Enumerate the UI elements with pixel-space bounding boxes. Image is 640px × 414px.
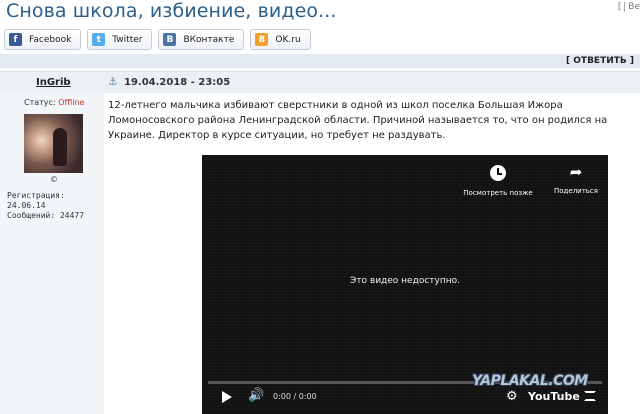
avatar[interactable]: [24, 114, 83, 173]
share-facebook-button[interactable]: f Facebook: [4, 29, 82, 50]
facebook-icon: f: [9, 33, 22, 46]
author-meta: Регистрация: 24.06.14 Сообщений: 24477: [7, 191, 104, 221]
share-vk-label: ВКонтакте: [183, 34, 235, 45]
play-icon[interactable]: [222, 391, 232, 403]
clock-icon: [490, 165, 506, 181]
post-link-icon[interactable]: ⚓: [108, 75, 118, 88]
volume-icon[interactable]: 🔊: [248, 388, 264, 403]
watch-later-label: Посмотреть позже: [463, 189, 533, 197]
top-right-link[interactable]: Ве: [624, 2, 640, 12]
video-share-label: Поделиться: [554, 187, 598, 195]
video-controls: 🔊 0:00 / 0:00 ⚙ YouTube: [202, 387, 608, 409]
share-ok-button[interactable]: 8 OK.ru: [250, 29, 311, 50]
video-time: 0:00 / 0:00: [273, 392, 317, 401]
share-ok-label: OK.ru: [275, 34, 301, 45]
author-name[interactable]: InGrib: [36, 77, 71, 88]
top-right-bracket: [: [617, 2, 622, 12]
status-label: Статус:: [24, 98, 56, 107]
reply-bar: [ ОТВЕТИТЬ ]: [0, 54, 640, 68]
fullscreen-icon[interactable]: [584, 391, 596, 401]
video-unavailable-message: Это видео недоступно.: [350, 276, 460, 286]
vk-icon: B: [163, 33, 177, 46]
status-value: Offline: [58, 98, 85, 107]
author-panel: Статус: Offline © Регистрация: 24.06.14 …: [0, 93, 104, 414]
share-bar: f Facebook t Twitter B ВКонтакте 8 OK.ru: [4, 29, 311, 50]
share-arrow-icon: ➦: [569, 163, 583, 181]
site-watermark: YAPLAKAL.COM: [472, 373, 588, 389]
message-count: Сообщений: 24477: [7, 211, 85, 220]
share-facebook-label: Facebook: [29, 34, 72, 45]
reply-button[interactable]: [ ОТВЕТИТЬ ]: [566, 56, 634, 66]
top-right-links[interactable]: [ Ве: [618, 2, 640, 12]
topic-title: Снова школа, избиение, видео...: [6, 0, 337, 22]
video-share-button[interactable]: ➦ Поделиться: [536, 163, 608, 195]
avatar-copyright: ©: [50, 175, 58, 184]
post-body: 12-летнего мальчика избивают сверстники …: [108, 100, 608, 141]
ok-icon: 8: [255, 33, 269, 46]
post-date: 19.04.2018 - 23:05: [124, 77, 231, 88]
youtube-logo[interactable]: YouTube: [528, 390, 580, 403]
share-twitter-button[interactable]: t Twitter: [87, 29, 153, 50]
share-vk-button[interactable]: B ВКонтакте: [158, 29, 245, 50]
gear-icon[interactable]: ⚙: [506, 389, 518, 404]
twitter-icon: t: [92, 33, 106, 46]
watch-later-button[interactable]: Посмотреть позже: [458, 163, 538, 197]
post-header: InGrib ⚓ 19.04.2018 - 23:05: [0, 71, 640, 93]
author-status: Статус: Offline: [24, 98, 84, 107]
registration-date: Регистрация: 24.06.14: [7, 191, 65, 210]
avatar-figure: [53, 128, 67, 166]
share-twitter-label: Twitter: [112, 34, 143, 45]
